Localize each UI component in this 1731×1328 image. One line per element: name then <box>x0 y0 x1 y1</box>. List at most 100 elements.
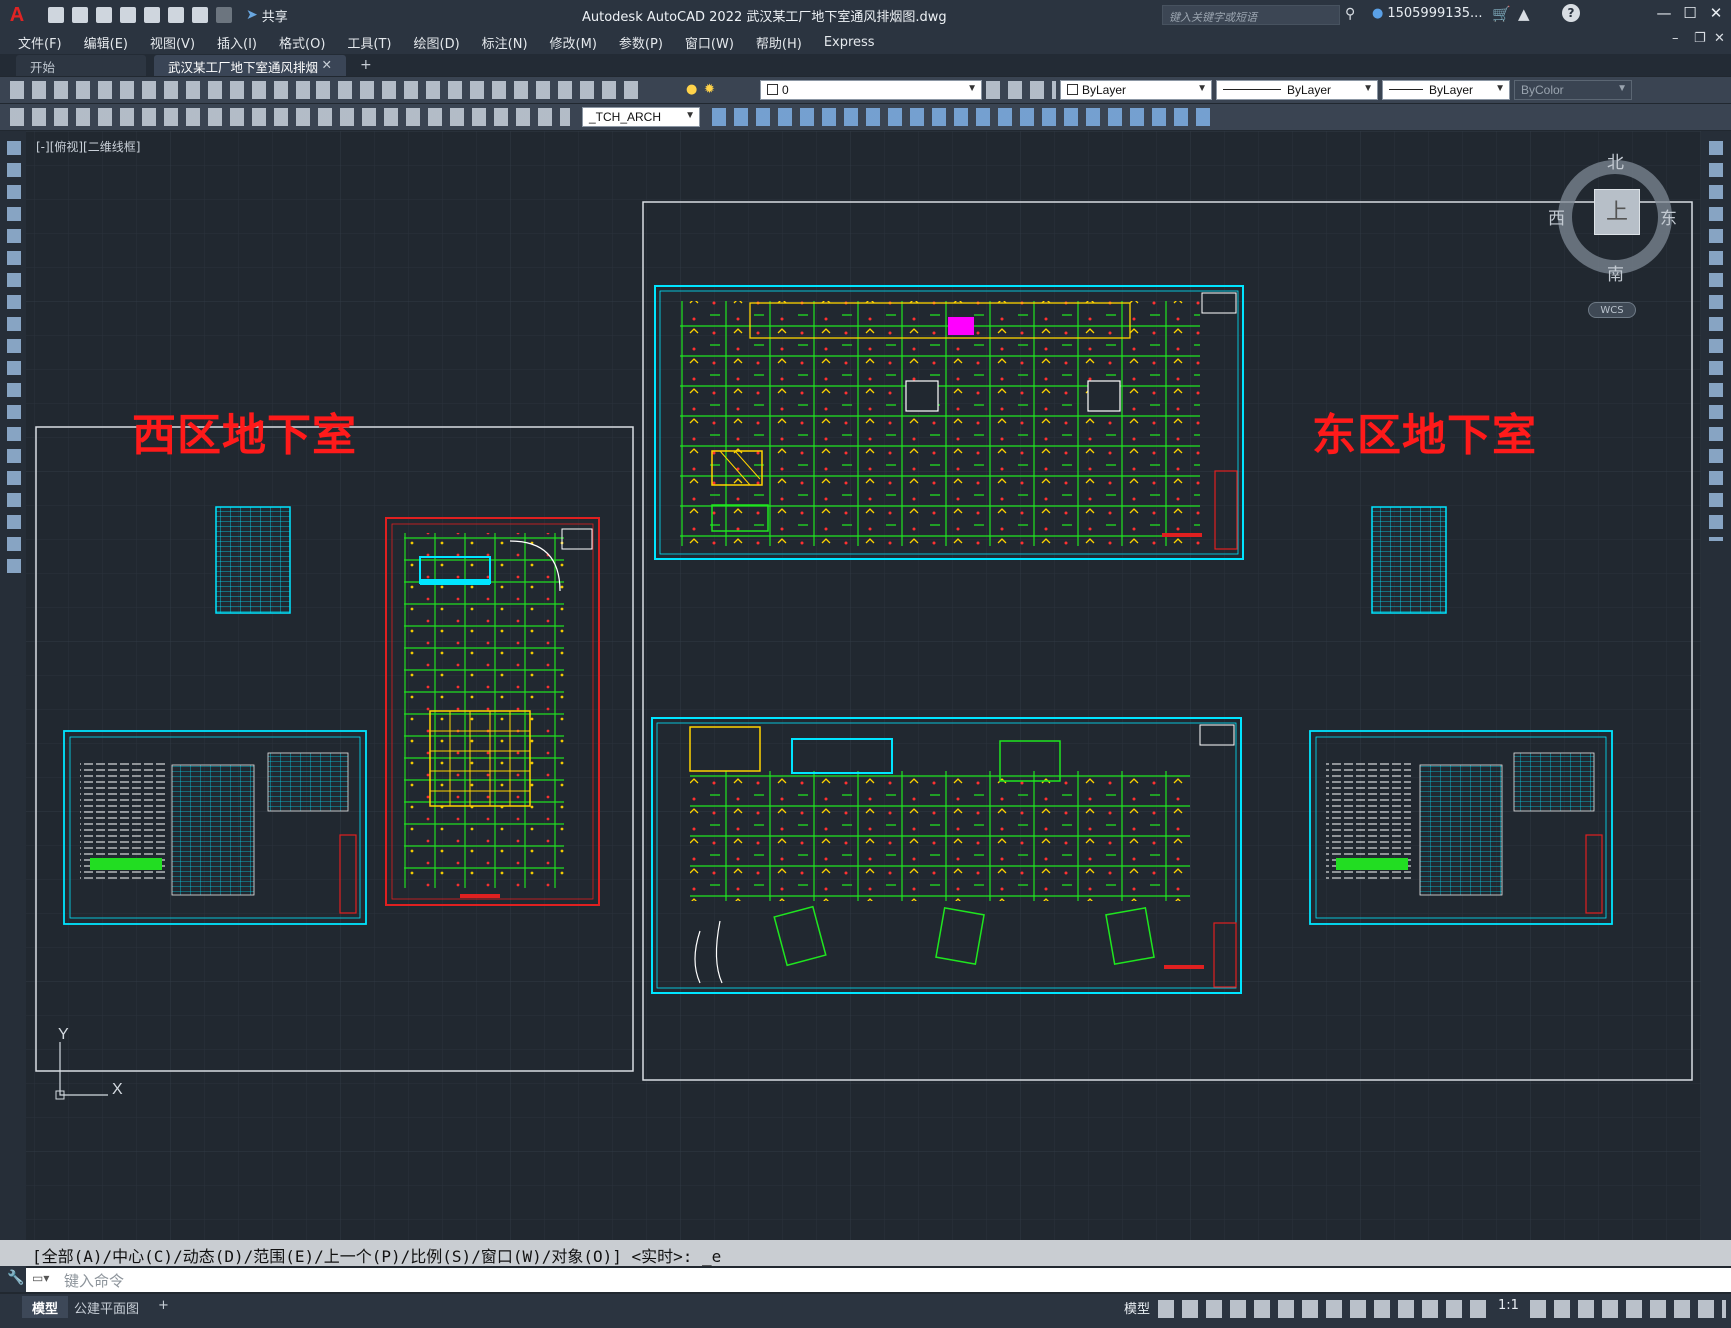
workspace-tool-icons[interactable] <box>1530 1300 1726 1318</box>
save-as-icon[interactable] <box>120 7 136 23</box>
west-zone-label: 西区地下室 <box>132 410 357 461</box>
layer-tool-icons[interactable] <box>986 81 1056 99</box>
color-combo[interactable]: ByLayer ▼ <box>1060 80 1212 100</box>
paper-plane-icon: ➤ <box>246 7 258 23</box>
east-upper-basement-plan <box>654 285 1244 560</box>
user-icon: ● <box>1372 6 1384 21</box>
chevron-down-icon: ▼ <box>1617 83 1627 94</box>
chevron-down-icon: ▼ <box>1197 83 1207 94</box>
menu-window[interactable]: 窗口(W) <box>674 33 745 52</box>
print-icon[interactable] <box>168 7 184 23</box>
ucs-y-label: Y <box>58 1026 69 1043</box>
app-title: Autodesk AutoCAD 2022 武汉某工厂地下室通风排烟图.dwg <box>582 10 947 25</box>
menu-parametric[interactable]: 参数(P) <box>608 33 674 52</box>
compass-south[interactable]: 南 <box>1607 260 1624 285</box>
autocad-window: A ➤ 共享 Autodesk AutoCAD 2022 武汉某工厂地下室通风排… <box>0 0 1731 1328</box>
minimize-button[interactable]: — <box>1652 4 1676 22</box>
menu-edit[interactable]: 编辑(E) <box>73 33 139 52</box>
layer-bulb-icon[interactable]: ● <box>686 82 697 97</box>
doc-restore-button[interactable]: ❐ <box>1694 31 1706 46</box>
edit-tool-icons[interactable] <box>316 81 646 99</box>
standard-toolbar: ● ✹ 0 ▼ ByLayer ▼ ByLayer ▼ ByLayer ▼ By… <box>0 77 1731 103</box>
restore-button[interactable]: ☐ <box>1678 4 1702 22</box>
lineweight-preview <box>1389 89 1423 90</box>
menu-bar: 文件(F) 编辑(E) 视图(V) 插入(I) 格式(O) 工具(T) 绘图(D… <box>0 30 1731 54</box>
chevron-down-icon: ▼ <box>1363 83 1373 94</box>
model-space-indicator[interactable]: 模型 <box>1124 1298 1150 1317</box>
viewcube[interactable]: 上 北 南 西 东 <box>1548 148 1678 288</box>
chevron-down-icon: ▼ <box>1495 83 1505 94</box>
cart-icon[interactable]: 🛒 <box>1492 5 1511 23</box>
new-tab-button[interactable]: + <box>360 57 372 76</box>
undo-icon[interactable] <box>192 7 208 23</box>
menu-modify[interactable]: 修改(M) <box>539 33 608 52</box>
menu-help[interactable]: 帮助(H) <box>745 33 813 52</box>
annotation-scale[interactable]: 1:1 <box>1498 1298 1519 1313</box>
color-swatch <box>1067 84 1078 95</box>
lineweight-combo[interactable]: ByLayer ▼ <box>1382 80 1510 100</box>
redo-icon[interactable] <box>216 7 232 23</box>
tab-model[interactable]: 模型 <box>22 1296 69 1318</box>
linetype-preview <box>1223 89 1281 90</box>
compass-east[interactable]: 东 <box>1660 204 1677 229</box>
layer-sun-icon[interactable]: ✹ <box>704 82 715 97</box>
command-prompt-icon[interactable]: ▭▾ <box>32 1271 54 1287</box>
menu-dimension[interactable]: 标注(N) <box>471 33 539 52</box>
text-style-combo[interactable]: _TCH_ARCH ▼ <box>582 107 700 127</box>
menu-format[interactable]: 格式(O) <box>268 33 336 52</box>
command-history: [全部(A)/中心(C)/动态(D)/范围(E)/上一个(P)/比例(S)/窗口… <box>0 1240 1731 1266</box>
save-icon[interactable] <box>96 7 112 23</box>
modify-toolbar <box>1701 131 1731 1240</box>
menu-insert[interactable]: 插入(I) <box>206 33 268 52</box>
compass-west[interactable]: 西 <box>1548 204 1565 229</box>
new-file-icon[interactable] <box>48 7 64 23</box>
wcs-menu[interactable]: WCS <box>1588 302 1636 318</box>
dimension-toolbar: _TCH_ARCH ▼ <box>0 104 1731 130</box>
close-button[interactable]: ✕ <box>1704 4 1728 22</box>
drawing-svg <box>0 131 1731 1240</box>
command-input[interactable]: ▭▾ 键入命令 <box>26 1268 1731 1292</box>
drawing-canvas[interactable]: [-][俯视][二维线框] 西区地下室 东区地下室 Y X <box>0 131 1731 1240</box>
tab-start[interactable]: 开始 <box>16 55 146 76</box>
autocad-logo-icon[interactable]: A <box>6 4 28 26</box>
linetype-combo[interactable]: ByLayer ▼ <box>1216 80 1378 100</box>
close-tab-icon[interactable]: ✕ <box>322 57 332 76</box>
draw-toolbar <box>0 131 26 1240</box>
tangent-tool-icons[interactable] <box>712 108 1212 126</box>
doc-close-button[interactable]: ✕ <box>1714 31 1725 46</box>
viewcube-top-face[interactable]: 上 <box>1594 189 1640 235</box>
search-input[interactable]: 键入关键字或短语 <box>1162 5 1340 25</box>
drafting-aid-icons[interactable] <box>1158 1300 1488 1318</box>
share-button[interactable]: ➤ 共享 <box>246 6 288 25</box>
modify-tool-icons[interactable] <box>1709 141 1723 541</box>
chevron-down-icon: ▼ <box>685 110 695 121</box>
help-icon[interactable]: ? <box>1562 4 1580 22</box>
search-icon[interactable]: ⚲ <box>1345 6 1355 22</box>
layer-combo[interactable]: 0 ▼ <box>760 80 982 100</box>
doc-minimize-button[interactable]: – <box>1672 31 1679 46</box>
standard-tool-icons[interactable] <box>10 81 310 99</box>
menu-express[interactable]: Express <box>813 35 886 50</box>
tab-drawing[interactable]: 武汉某工厂地下室通风排烟图* ✕ <box>154 55 346 94</box>
status-bar: 模型 公建平面图 + 模型 1:1 <box>0 1294 1731 1328</box>
quick-access-toolbar: ➤ 共享 <box>48 6 288 25</box>
chevron-down-icon: ▼ <box>967 83 977 94</box>
menu-view[interactable]: 视图(V) <box>139 33 206 52</box>
publish-icon[interactable] <box>144 7 160 23</box>
autodesk-a360-icon[interactable]: ▲ <box>1518 5 1530 23</box>
menu-tools[interactable]: 工具(T) <box>336 33 402 52</box>
plotstyle-combo[interactable]: ByColor ▼ <box>1514 80 1632 100</box>
add-layout-button[interactable]: + <box>148 1296 179 1318</box>
viewport-controls[interactable]: [-][俯视][二维线框] <box>36 138 140 155</box>
draw-tool-icons[interactable] <box>7 141 21 581</box>
east-zone-label: 东区地下室 <box>1312 410 1537 461</box>
layer-color-swatch <box>767 84 778 95</box>
menu-draw[interactable]: 绘图(D) <box>403 33 471 52</box>
tab-layout-public-plan[interactable]: 公建平面图 <box>64 1296 149 1318</box>
user-account[interactable]: ● 1505999135... <box>1372 6 1482 21</box>
customize-wrench-icon[interactable]: 🔧 <box>7 1270 24 1286</box>
dimension-tool-icons[interactable] <box>10 108 570 126</box>
menu-file[interactable]: 文件(F) <box>0 33 73 52</box>
compass-north[interactable]: 北 <box>1607 148 1624 173</box>
open-file-icon[interactable] <box>72 7 88 23</box>
